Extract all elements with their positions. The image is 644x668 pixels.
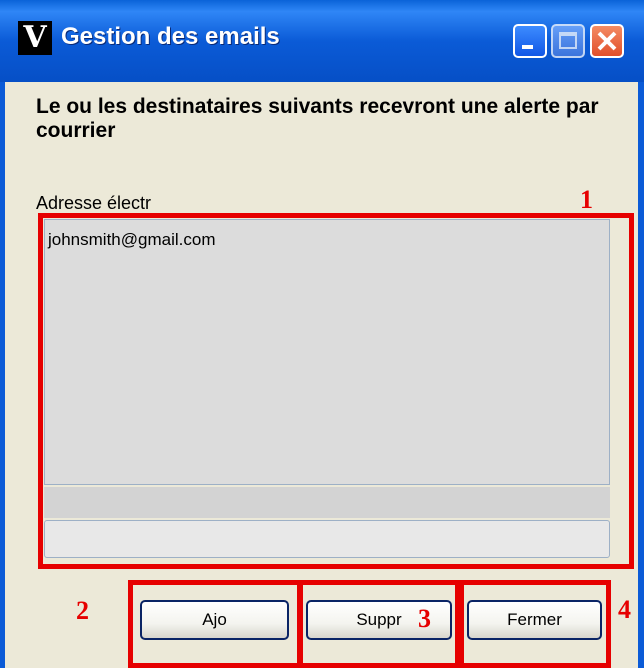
window-frame-left: [0, 82, 5, 668]
window-frame-right: [638, 82, 644, 668]
annotation-box-delete: [298, 580, 460, 668]
annotation-number-4: 4: [618, 595, 631, 624]
maximize-icon: [559, 32, 577, 49]
annotation-box-email-list: [38, 213, 634, 569]
title-bar[interactable]: V Gestion des emails: [0, 0, 644, 82]
app-logo-icon: V: [18, 21, 52, 55]
alert-recipients-message: Le ou les destinataires suivants recevro…: [36, 95, 599, 142]
email-management-window: V Gestion des emails Le ou les destinata…: [0, 0, 644, 668]
close-window-button[interactable]: [590, 24, 624, 58]
annotation-number-1: 1: [580, 185, 593, 214]
close-icon: [597, 31, 617, 51]
minimize-button[interactable]: [513, 24, 547, 58]
annotation-number-3: 3: [418, 604, 431, 633]
annotation-box-close: [459, 580, 611, 668]
email-column-header: Adresse électr: [36, 193, 152, 213]
window-title: Gestion des emails: [61, 23, 280, 50]
annotation-box-add: [128, 580, 302, 668]
maximize-button[interactable]: [551, 24, 585, 58]
annotation-number-2: 2: [76, 596, 89, 625]
minimize-icon: [522, 45, 533, 49]
